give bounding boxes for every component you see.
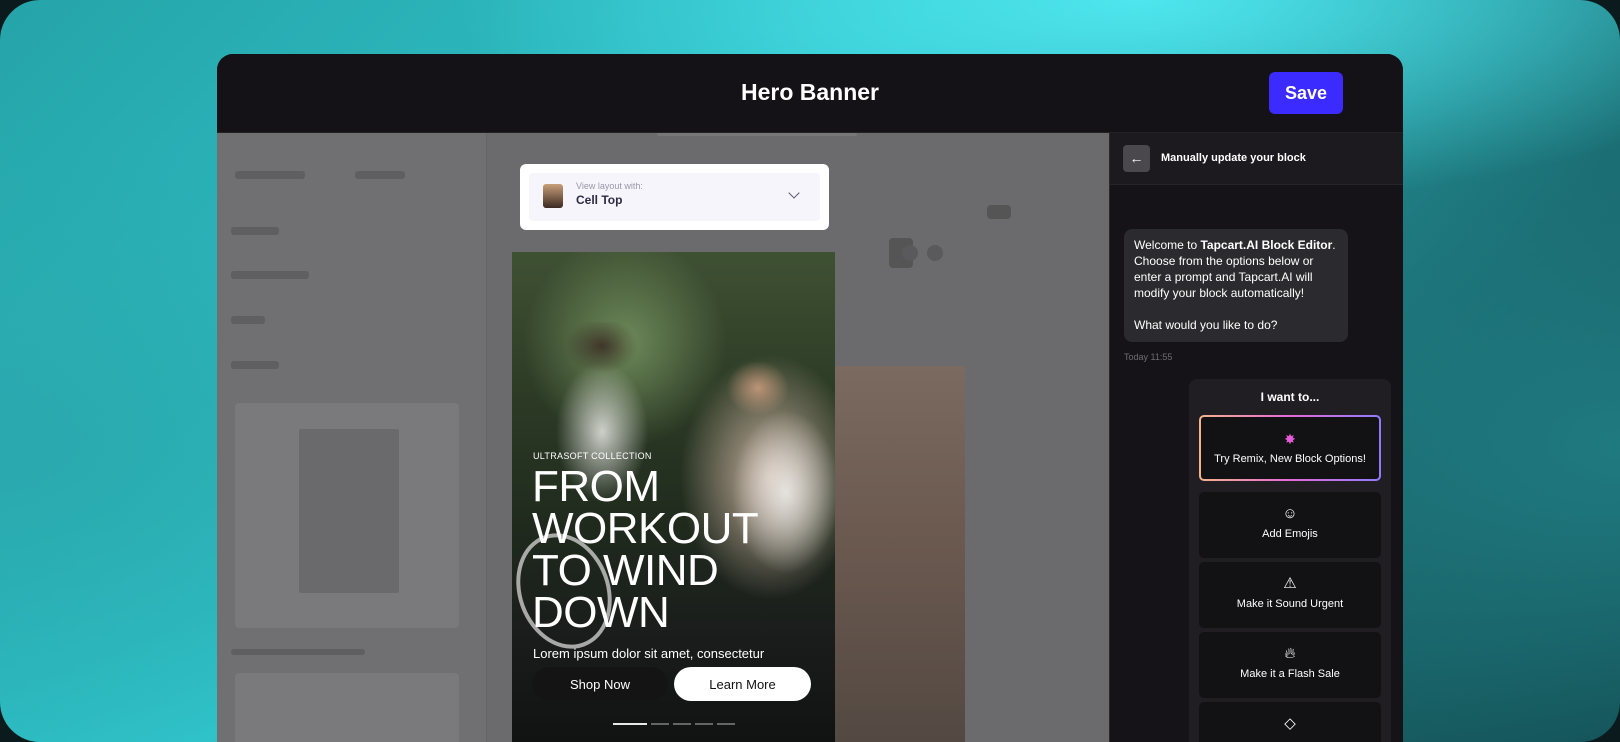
sparkle-icon: ✸ (1284, 431, 1296, 447)
hero-title: FROM WORKOUT TO WIND DOWN (532, 462, 822, 637)
carousel-dot[interactable] (717, 723, 735, 725)
option-try-remix[interactable]: ✸ Try Remix, New Block Options! (1199, 415, 1381, 481)
dimmed-side-image (835, 366, 965, 742)
hero-banner-preview: ULTRASOFT COLLECTION FROM WORKOUT TO WIN… (512, 252, 835, 742)
layout-caption: View layout with: (576, 181, 643, 191)
option-more[interactable]: ◇ (1199, 702, 1381, 742)
chat-header-label: Manually update your block (1161, 152, 1306, 164)
layout-select-field[interactable]: View layout with: Cell Top (529, 173, 820, 221)
option-add-emojis[interactable]: ☺ Add Emojis (1199, 492, 1381, 558)
carousel-dot[interactable] (695, 723, 713, 725)
option-label: Add Emojis (1262, 528, 1318, 540)
layout-value: Cell Top (576, 193, 623, 207)
save-button[interactable]: Save (1269, 72, 1343, 114)
assistant-message: Welcome to Tapcart.AI Block Editor. Choo… (1124, 229, 1348, 342)
options-heading: I want to... (1260, 390, 1320, 404)
message-question: What would you like to do? (1134, 318, 1278, 332)
dimmed-row (231, 361, 279, 369)
message-timestamp: Today 11:55 (1124, 352, 1173, 362)
option-sound-urgent[interactable]: ⚠ Make it Sound Urgent (1199, 562, 1381, 628)
block-editor-window: Hero Banner Save View layout with: Cell … (217, 54, 1403, 742)
warning-icon: ⚠ (1283, 575, 1297, 592)
carousel-dot[interactable] (613, 723, 647, 725)
back-arrow-icon[interactable]: ← (1123, 145, 1150, 172)
shop-now-button[interactable]: Shop Now (532, 667, 668, 701)
layers-icon: ◇ (1284, 715, 1296, 732)
dimmed-row (231, 316, 265, 324)
layout-thumbnail (543, 184, 563, 208)
dimmed-product-image (299, 429, 399, 593)
layout-select[interactable]: View layout with: Cell Top (520, 164, 829, 230)
hero-title-line: TO WIND (532, 546, 719, 595)
hero-title-line: WORKOUT (532, 504, 759, 553)
carousel-dot[interactable] (651, 723, 669, 725)
dimmed-icon (927, 245, 943, 261)
ai-chat-panel: ← Manually update your block Welcome to … (1109, 133, 1403, 742)
option-label: Try Remix, New Block Options! (1214, 453, 1366, 465)
block-settings-panel (217, 133, 487, 742)
option-label: Make it a Flash Sale (1240, 668, 1340, 680)
page-title: Hero Banner (740, 79, 880, 105)
dimmed-status (987, 205, 1011, 219)
dimmed-row (231, 227, 279, 235)
hero-title-line: DOWN (532, 588, 670, 637)
dimmed-tab (235, 171, 305, 179)
flame-icon: 🔥︎ (1284, 645, 1296, 662)
chat-header: ← Manually update your block (1110, 133, 1403, 185)
learn-more-button[interactable]: Learn More (674, 667, 811, 701)
message-brand: Tapcart.AI Block Editor (1200, 238, 1333, 252)
quick-options: I want to... ✸ Try Remix, New Block Opti… (1189, 379, 1391, 742)
hero-title-line: FROM (532, 462, 660, 511)
dimmed-tab (355, 171, 405, 179)
option-label: Make it Sound Urgent (1236, 598, 1344, 610)
message-prefix: Welcome to (1134, 238, 1201, 252)
top-bar: Hero Banner Save (217, 54, 1403, 133)
smiley-icon: ☺ (1282, 505, 1298, 522)
dimmed-row (231, 649, 365, 655)
dimmed-icon (902, 245, 918, 261)
hero-eyebrow: ULTRASOFT COLLECTION (533, 451, 652, 461)
option-flash-sale[interactable]: 🔥︎ Make it a Flash Sale (1199, 632, 1381, 698)
hero-subtitle: Lorem ipsum dolor sit amet, consectetur (533, 646, 765, 661)
dimmed-preview-card (235, 673, 459, 742)
carousel-pagination (613, 723, 735, 725)
dimmed-toolbar (657, 133, 857, 136)
dimmed-row (231, 271, 309, 279)
carousel-dot[interactable] (673, 723, 691, 725)
